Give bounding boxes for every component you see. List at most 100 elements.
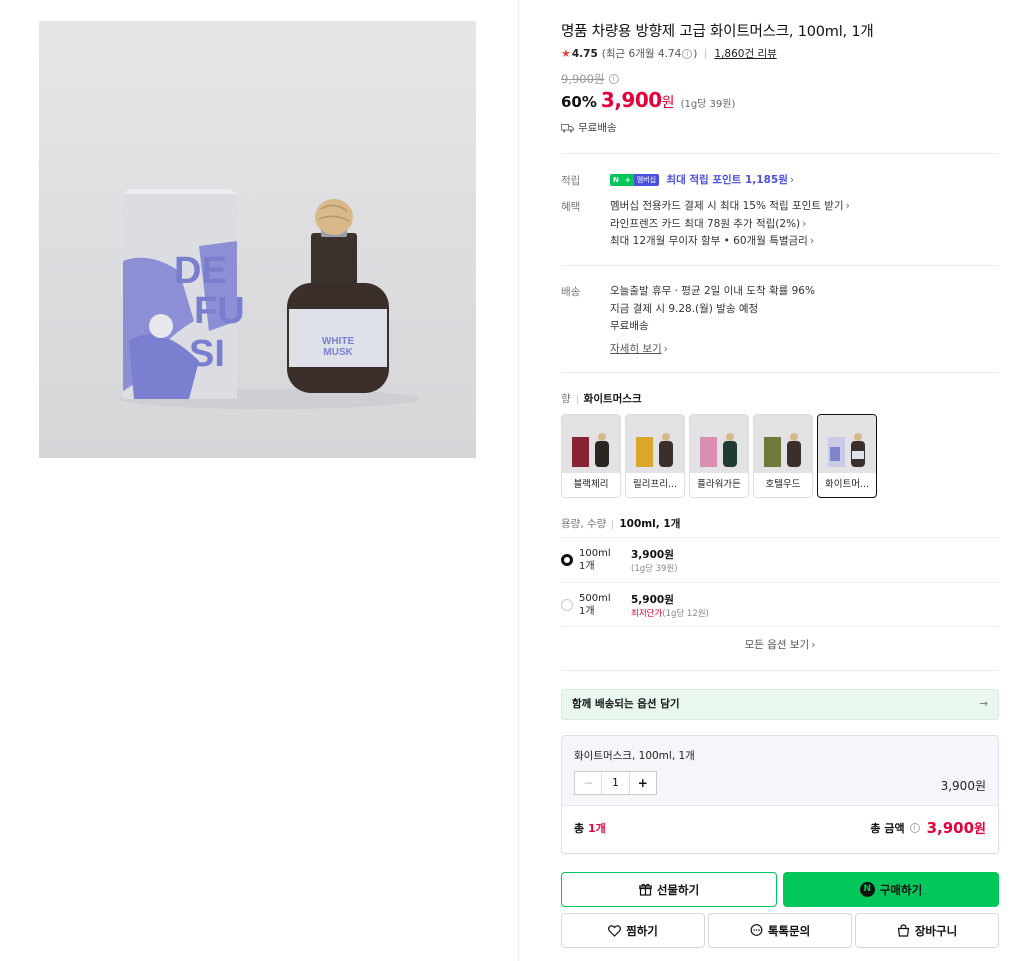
radio-unchecked[interactable] <box>561 599 573 611</box>
discount-rate: 60% <box>561 93 597 111</box>
bottle-label-1: WHITE <box>322 336 355 347</box>
benefit-label: 혜택 <box>561 201 581 213</box>
divider <box>561 372 999 373</box>
box-text-2: FU <box>194 290 245 332</box>
chevron-right-icon: › <box>845 200 850 212</box>
info-icon[interactable]: i <box>608 74 619 84</box>
selected-option-box: 화이트머스크, 100ml, 1개 − 1 + 3,900원 총 1개 총 금액… <box>561 735 999 854</box>
increase-button[interactable]: + <box>628 772 656 794</box>
heart-icon <box>608 924 622 937</box>
rating-recent-close: ) <box>693 47 698 60</box>
review-count-link[interactable]: 1,860건 리뷰 <box>714 46 776 61</box>
column-divider <box>518 0 519 961</box>
option-qty: 1개 <box>579 606 595 617</box>
total-amount-label: 총 금액 <box>870 821 905 835</box>
scent-option-selected[interactable]: 화이트머... <box>817 414 877 498</box>
total-price: 3,900 <box>926 818 975 837</box>
quantity-value[interactable]: 1 <box>602 772 628 794</box>
truck-icon <box>561 123 574 132</box>
shopping-bag-icon <box>897 924 910 937</box>
option-unit-price: 최저단가(1g당 12원) <box>631 609 709 619</box>
decrease-button[interactable]: − <box>575 772 603 794</box>
product-image: DE FU SI WHITE MUSK <box>39 21 476 458</box>
volume-selected: 100ml, 1개 <box>619 518 681 530</box>
original-price: 9,900원 <box>561 72 605 86</box>
delivery-line: 오늘출발 휴무 · 평균 2일 이내 도착 확률 96% <box>610 285 815 297</box>
gift-icon <box>639 883 652 896</box>
scent-selected: 화이트머스크 <box>583 393 642 405</box>
product-bottle <box>287 199 389 393</box>
volume-option-header: 용량, 수량 100ml, 1개 <box>561 518 681 530</box>
chat-icon <box>750 924 763 936</box>
scent-option[interactable]: 호텔우드 <box>753 414 813 498</box>
option-size: 100ml <box>579 548 611 559</box>
chevron-right-icon: › <box>789 174 795 186</box>
max-points-text: 최대 적립 포인트 1,185원 <box>666 174 788 186</box>
divider <box>561 153 999 154</box>
benefit-item[interactable]: 최대 12개월 무이자 할부 • 60개월 특별금리 › <box>610 233 814 248</box>
chevron-right-icon: › <box>802 218 807 230</box>
divider <box>561 670 999 671</box>
star-icon: ★ <box>561 47 571 60</box>
radio-checked[interactable] <box>561 554 573 566</box>
option-price: 5,900원 <box>631 594 674 606</box>
wishlist-button[interactable]: 찜하기 <box>561 913 705 948</box>
option-qty: 1개 <box>579 561 595 572</box>
product-photo-illustration: DE FU SI WHITE MUSK <box>119 189 419 409</box>
product-title: 명품 차량용 방향제 고급 화이트머스크, 100ml, 1개 <box>561 24 874 40</box>
chevron-right-icon: › <box>811 639 816 651</box>
quantity-stepper: − 1 + <box>574 771 657 795</box>
view-all-options-link[interactable]: 모든 옵션 보기 › <box>561 637 999 652</box>
delivery-line: 지금 결제 시 9.28.(월) 발송 예정 <box>610 303 759 315</box>
total-row: 총 1개 총 금액 i 3,900 원 <box>574 818 986 838</box>
sale-price-row: 60% 3,900 원 (1g당 39원) <box>561 88 735 112</box>
option-unit-price: (1g당 39원) <box>631 564 678 574</box>
option-price: 3,900원 <box>631 549 674 561</box>
total-currency: 원 <box>974 822 986 837</box>
scent-option[interactable]: 플라워가든 <box>689 414 749 498</box>
rating-recent: (최근 6개월 4.74 <box>601 48 682 60</box>
bottle-label-2: MUSK <box>323 347 353 358</box>
divider <box>561 626 999 627</box>
benefit-item[interactable]: 멤버십 전용카드 결제 시 최대 15% 적립 포인트 받기 › <box>610 198 850 213</box>
divider <box>561 265 999 266</box>
points-value[interactable]: N + 멤버십 최대 적립 포인트 1,185원 › <box>610 172 794 187</box>
box-text-1: DE <box>174 250 227 292</box>
sale-price: 3,900 <box>600 88 662 112</box>
chevron-right-icon: › <box>809 235 815 247</box>
chevron-right-icon: › <box>663 343 668 355</box>
arrow-right-icon: → <box>979 698 988 710</box>
benefit-item[interactable]: 라인프렌즈 카드 최대 78원 추가 적립(2%) › <box>610 216 806 231</box>
info-icon[interactable]: i <box>909 822 920 833</box>
cart-button[interactable]: 장바구니 <box>855 913 999 948</box>
scent-option[interactable]: 릴리프리... <box>625 414 685 498</box>
info-icon[interactable]: i <box>682 48 693 59</box>
volume-option[interactable]: 100ml 1개 3,900원 (1g당 39원) <box>561 537 999 582</box>
bundle-option-button[interactable]: 함께 배송되는 옵션 담기 → <box>561 689 999 720</box>
delivery-detail-link[interactable]: 자세히 보기 › <box>610 341 668 356</box>
option-size: 500ml <box>579 593 611 604</box>
scent-option-header: 향 화이트머스크 <box>561 393 642 405</box>
points-label: 적립 <box>561 175 581 187</box>
naver-pay-icon: N <box>859 882 875 897</box>
unit-price: (1g당 39원) <box>680 99 736 110</box>
original-price-row: 9,900원 i <box>561 71 620 87</box>
rating-row: ★ 4.75 (최근 6개월 4.74 i ) 1,860건 리뷰 <box>561 46 777 61</box>
buy-button[interactable]: N 구매하기 <box>783 872 999 907</box>
total-count: 총 1개 <box>574 821 606 835</box>
naver-membership-badge: N + 멤버십 <box>610 174 660 186</box>
selected-item-name: 화이트머스크, 100ml, 1개 <box>574 750 695 762</box>
price-currency: 원 <box>661 95 675 111</box>
talk-inquiry-button[interactable]: 톡톡문의 <box>708 913 852 948</box>
shipping-text: 무료배송 <box>578 122 617 134</box>
selected-item-price: 3,900원 <box>940 779 986 793</box>
delivery-label: 배송 <box>561 286 581 298</box>
shipping-row: 무료배송 <box>561 120 617 135</box>
volume-option[interactable]: 500ml 1개 5,900원 최저단가(1g당 12원) <box>561 582 999 627</box>
box-text-3: SI <box>189 333 225 375</box>
separator <box>705 48 707 59</box>
delivery-line: 무료배송 <box>610 320 649 332</box>
scent-option[interactable]: 블랙체리 <box>561 414 621 498</box>
gift-button[interactable]: 선물하기 <box>561 872 777 907</box>
rating-score: 4.75 <box>571 47 598 60</box>
